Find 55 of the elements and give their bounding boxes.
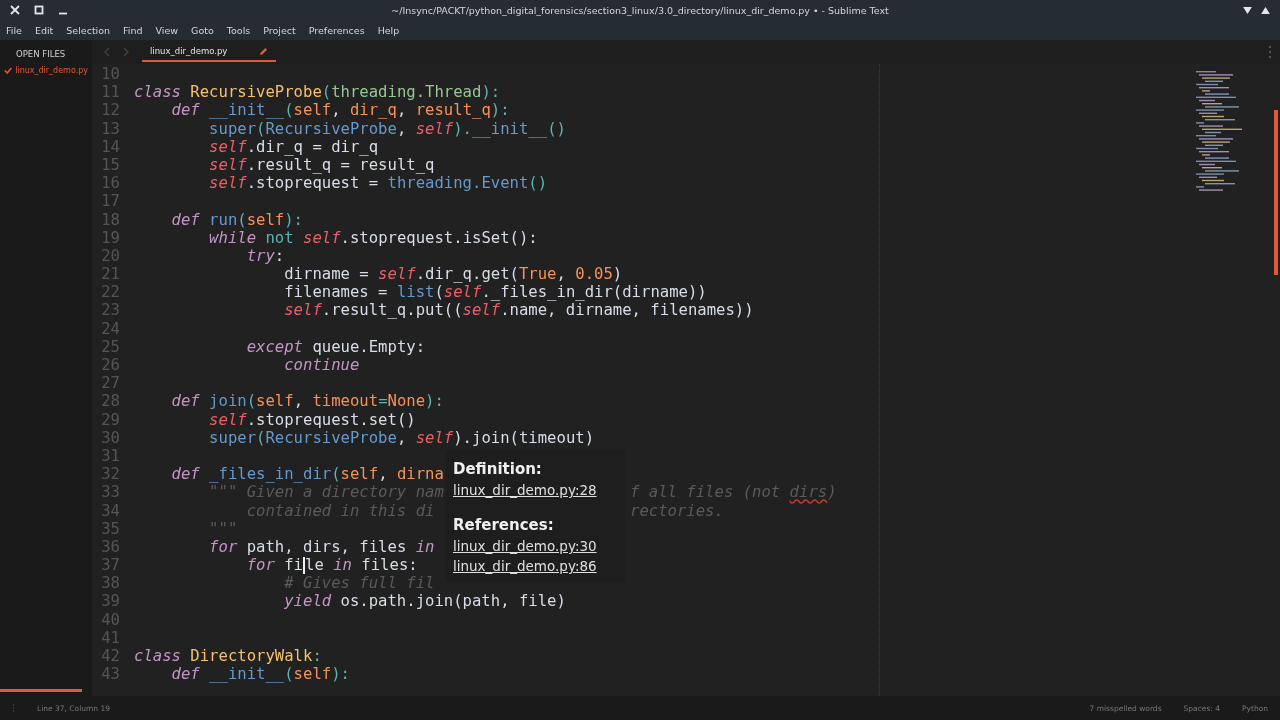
sidebar-item[interactable]: linux_dir_demo.py: [0, 64, 92, 77]
code-line: def join(self, timeout=None):: [170, 392, 444, 411]
code-line: dirname = self.dir_q.get(True, 0.05): [283, 265, 623, 284]
menu-item[interactable]: Preferences: [308, 24, 365, 36]
menu-item[interactable]: Edit: [34, 24, 54, 36]
scrollbar[interactable]: [0, 689, 82, 692]
menu-item[interactable]: Tools: [226, 24, 251, 36]
triangle-down-icon[interactable]: [1243, 6, 1252, 14]
code-line: while not self.stoprequest.isSet():: [208, 228, 538, 247]
code-line: yield os.path.join(path, file): [283, 592, 566, 611]
code-line: continue: [283, 356, 360, 375]
checkmark-icon: [4, 67, 13, 74]
code-line: self.result_q = result_q: [208, 155, 435, 175]
code-line: super(RecursiveProbe, self).join(timeout): [208, 428, 595, 447]
menu-item[interactable]: Find: [123, 24, 143, 36]
code-line: try:: [245, 246, 285, 266]
code-line: """ Given a directory nam: [208, 483, 444, 502]
window-title: ~/Insync/PACKT/python_digital_forensics/section3_linux/3.0_directory/linux_dir_demo.py • - Sublime Text: [390, 4, 890, 16]
file-link[interactable]: linux_dir_demo.py:86: [453, 556, 597, 576]
code-line: self.result_q.put((self.name, dirname, filenames)): [283, 301, 754, 320]
tab[interactable]: linux_dir_demo.py: [142, 42, 277, 62]
code-line: def run(self):: [170, 210, 303, 229]
popup-heading: Definition:: [453, 459, 542, 480]
code-line: def __init__(self, dir_q, result_q):: [170, 101, 510, 120]
file-link[interactable]: linux_dir_demo.py:28: [453, 480, 597, 500]
menu-item[interactable]: View: [155, 24, 179, 36]
code-line: self.stoprequest.set(): [208, 410, 416, 429]
menu-item[interactable]: Help: [377, 24, 400, 36]
scrollbar[interactable]: [1274, 110, 1278, 275]
menu-item[interactable]: File: [6, 24, 22, 36]
code-line: super(RecursiveProbe, self).__init__(): [208, 119, 566, 138]
code-line: class DirectoryWalk:: [134, 647, 322, 666]
code-line: # Gives full fil: [283, 574, 435, 593]
menu-item[interactable]: Project: [263, 24, 296, 36]
sidebar-header: OPEN FILES: [15, 48, 67, 61]
code-line: self.dir_q = dir_q: [208, 137, 379, 156]
file-link[interactable]: linux_dir_demo.py:30: [453, 536, 597, 556]
popup-heading: References:: [453, 515, 554, 536]
code-text: rectories.: [630, 501, 724, 520]
triangle-up-icon[interactable]: [1261, 6, 1270, 14]
code-line: except queue.Empty:: [245, 337, 426, 356]
code-line: self.stoprequest = threading.Event(): [208, 174, 548, 193]
code-line: for fi le in files:: [245, 556, 418, 575]
close-icon[interactable]: [10, 5, 20, 15]
maximize-icon[interactable]: [34, 5, 44, 15]
code-line: contained in this di: [245, 501, 435, 520]
code-line: """: [208, 519, 238, 538]
code-line: filenames = list(self._files_in_dir(dirname)): [283, 283, 707, 302]
menu-item[interactable]: Goto: [191, 24, 214, 36]
menu-item[interactable]: Selection: [66, 24, 111, 36]
code-line: def __init__(self):: [170, 665, 350, 684]
code-line: class RecursiveProbe(threading.Thread):: [134, 83, 501, 102]
code-line: def _files_in_dir(self, dirna: [170, 465, 444, 484]
code-text: f all files (not dirs): [630, 483, 837, 502]
code-line: for path, dirs, files in: [208, 537, 435, 557]
